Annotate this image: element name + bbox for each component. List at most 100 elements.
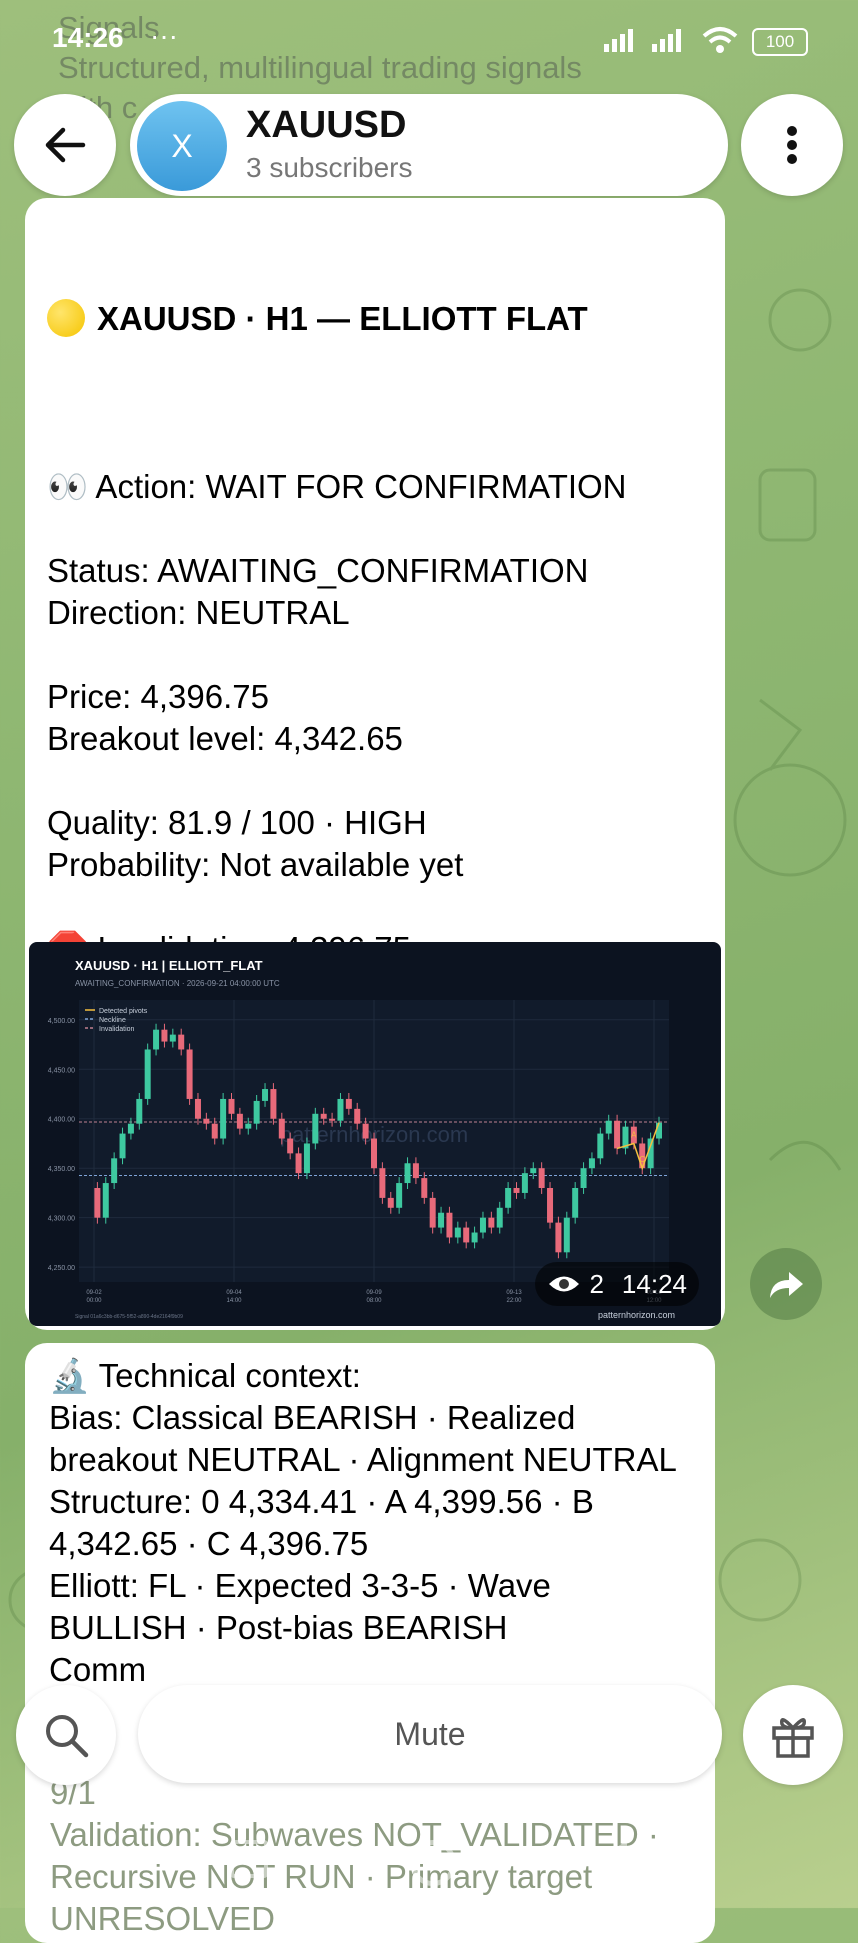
mute-button[interactable]: Mute xyxy=(138,1685,722,1783)
x-tick-label: 09-02 xyxy=(86,1290,102,1296)
chart-brand: patternhorizon.com xyxy=(598,1310,675,1320)
forward-button[interactable] xyxy=(750,1248,822,1320)
back-button[interactable] xyxy=(14,94,116,196)
message-title: XAUUSD · H1 — ELLIOTT FLAT xyxy=(97,300,588,337)
candle xyxy=(320,1113,327,1119)
x-tick-label: 09-13 xyxy=(506,1290,522,1296)
candle xyxy=(329,1118,336,1121)
next-message-fragment: 9/1 Validation: Subwaves NOT_VALIDATED ·… xyxy=(50,1774,659,1937)
x-tick-label: 22:00 xyxy=(506,1298,522,1304)
candle xyxy=(186,1049,193,1099)
gift-icon xyxy=(772,1718,814,1758)
candle xyxy=(538,1168,545,1188)
chart-image[interactable]: XAUUSD · H1 | ELLIOTT_FLAT AWAITING_CONFI… xyxy=(29,942,721,1326)
candle xyxy=(194,1098,201,1119)
mute-label: Mute xyxy=(394,1715,466,1752)
candle xyxy=(588,1158,595,1169)
search-button[interactable] xyxy=(16,1685,116,1785)
status-extra: ··· xyxy=(150,20,178,51)
y-tick-label: 4,450.00 xyxy=(48,1067,75,1074)
candle xyxy=(379,1168,386,1198)
views-badge: 2 14:24 xyxy=(535,1262,699,1306)
eye-icon xyxy=(549,1276,580,1292)
candle xyxy=(656,1122,662,1139)
y-tick-label: 4,400.00 xyxy=(48,1117,75,1124)
yellow-circle-icon xyxy=(47,299,85,337)
channel-title: XAUUSD xyxy=(246,104,407,146)
candle xyxy=(312,1113,319,1144)
candle xyxy=(287,1138,294,1154)
candle xyxy=(253,1100,260,1124)
candle xyxy=(102,1183,109,1218)
chart-title: XAUUSD · H1 | ELLIOTT_FLAT xyxy=(75,958,263,973)
channel-header[interactable]: X XAUUSD 3 subscribers xyxy=(130,94,728,196)
candle xyxy=(505,1188,512,1208)
avatar-letter: X xyxy=(171,127,193,164)
nav-recents-icon[interactable] xyxy=(230,1840,268,1878)
candle xyxy=(454,1227,461,1238)
wifi-icon xyxy=(702,27,738,53)
candle xyxy=(119,1133,126,1159)
candle xyxy=(203,1118,210,1124)
candle xyxy=(270,1089,277,1119)
candle xyxy=(421,1178,428,1198)
candle xyxy=(647,1138,654,1169)
pivot-label: A xyxy=(631,1130,637,1139)
legend-label: Invalidation xyxy=(99,1026,135,1033)
candle xyxy=(236,1113,243,1129)
candle xyxy=(245,1123,252,1129)
candle xyxy=(362,1123,369,1139)
candle xyxy=(220,1098,227,1139)
signal-icon-2 xyxy=(652,29,681,52)
candle xyxy=(438,1212,445,1228)
candle xyxy=(396,1183,403,1208)
search-icon xyxy=(46,1715,89,1758)
y-tick-label: 4,350.00 xyxy=(48,1166,75,1173)
candle xyxy=(371,1138,377,1169)
candle xyxy=(580,1168,587,1188)
candle xyxy=(463,1227,470,1243)
avatar[interactable]: X xyxy=(137,101,227,191)
y-tick-label: 4,250.00 xyxy=(48,1265,75,1272)
candle xyxy=(111,1158,118,1184)
pivot-label: C xyxy=(639,1155,645,1164)
x-tick-label: 09-09 xyxy=(366,1290,382,1296)
signal-message[interactable]: XAUUSD · H1 — ELLIOTT FLAT 👀 Action: WAI… xyxy=(25,198,725,1330)
gift-button[interactable] xyxy=(743,1685,843,1785)
candle xyxy=(429,1197,436,1228)
candle xyxy=(94,1188,101,1218)
candle xyxy=(496,1207,503,1228)
candle xyxy=(262,1089,269,1101)
nav-back-icon[interactable] xyxy=(595,1840,629,1880)
candle xyxy=(211,1123,218,1139)
chart-signal-id: Signal 01a6c3bb-d675-5f52-a890-4de2164f9… xyxy=(75,1314,183,1320)
candle xyxy=(161,1029,168,1042)
legend-label: Detected pivots xyxy=(99,1008,148,1015)
candle xyxy=(572,1188,579,1218)
candle xyxy=(354,1108,361,1124)
status-bar: 14:26 ··· 100 xyxy=(0,0,858,70)
subscriber-count: 3 subscribers xyxy=(246,152,413,183)
status-time: 14:26 xyxy=(52,22,124,53)
chart-subtitle: AWAITING_CONFIRMATION · 2026-09-21 04:00… xyxy=(75,979,280,988)
view-count: 2 xyxy=(589,1268,604,1299)
candle xyxy=(153,1029,160,1050)
more-options-button[interactable] xyxy=(741,94,843,196)
candle xyxy=(471,1232,478,1243)
message-time: 14:24 xyxy=(621,1268,687,1299)
candle xyxy=(446,1212,453,1238)
candle xyxy=(127,1123,134,1134)
candle xyxy=(547,1188,554,1223)
share-arrow-icon xyxy=(770,1272,803,1298)
candle xyxy=(412,1163,419,1179)
candle xyxy=(337,1098,344,1121)
candle xyxy=(228,1098,235,1114)
context-text: 🔬 Technical context: Bias: Classical BEA… xyxy=(49,1357,677,1688)
legend-label: Neckline xyxy=(99,1017,126,1024)
nav-home-icon[interactable] xyxy=(410,1840,456,1886)
candle xyxy=(169,1034,176,1042)
candle xyxy=(136,1098,143,1124)
arrow-left-icon xyxy=(45,127,86,163)
candle xyxy=(614,1120,621,1149)
candle xyxy=(488,1217,495,1228)
